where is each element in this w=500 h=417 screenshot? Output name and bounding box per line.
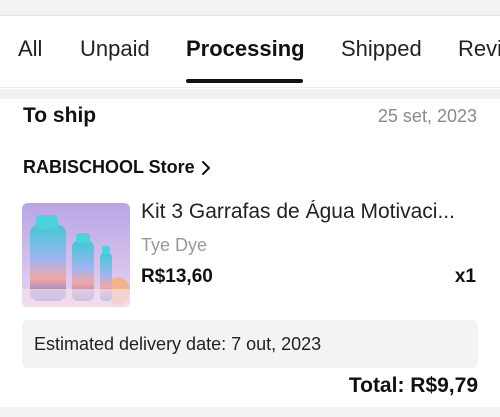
order-status: To ship <box>23 104 97 127</box>
product-thumbnail[interactable] <box>22 203 130 307</box>
chevron-right-icon <box>201 160 210 175</box>
product-quantity: x1 <box>454 266 476 287</box>
estimated-delivery: Estimated delivery date: 7 out, 2023 <box>22 320 478 368</box>
tab-shipped[interactable]: Shipped <box>341 36 422 62</box>
tab-all[interactable]: All <box>18 36 42 62</box>
bottom-divider <box>0 407 500 417</box>
tab-reviews[interactable]: Revi <box>458 36 500 62</box>
active-tab-indicator <box>186 79 303 83</box>
product-title[interactable]: Kit 3 Garrafas de Água Motivaci... <box>141 200 471 224</box>
water-bottles-image <box>22 203 130 307</box>
top-strip <box>0 0 500 16</box>
tab-unpaid[interactable]: Unpaid <box>80 36 150 62</box>
tab-processing[interactable]: Processing <box>186 36 305 62</box>
order-total: Total: R$9,79 <box>348 374 478 397</box>
section-divider <box>0 89 500 99</box>
order-date: 25 set, 2023 <box>377 106 477 126</box>
store-name: RABISCHOOL Store <box>23 157 195 177</box>
product-price: R$13,60 <box>141 266 213 287</box>
store-link[interactable]: RABISCHOOL Store <box>23 157 213 178</box>
product-variant: Tye Dye <box>141 235 208 255</box>
order-status-tabs: All Unpaid Processing Shipped Revi <box>0 16 500 88</box>
